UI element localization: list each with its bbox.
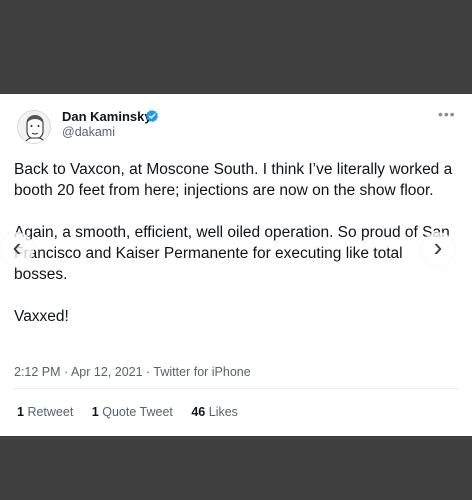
tweet-paragraph: Again, a smooth, efficient, well oiled o… <box>14 224 450 283</box>
tweet-text: Back to Vaxcon, at Moscone South. I thin… <box>14 159 459 327</box>
tweet-card: Dan Kaminsky @dakami ••• Back to Vaxcon,… <box>0 94 472 436</box>
quotes-count: 1 <box>91 405 99 419</box>
divider <box>14 388 458 389</box>
likes-label: Likes <box>208 405 238 419</box>
engagement-stats: 1 Retweet 1 Quote Tweet 46 Likes <box>17 405 253 419</box>
quote-tweets-stat[interactable]: 1 Quote Tweet <box>92 405 173 419</box>
chevron-left-icon[interactable]: ‹ <box>0 232 34 266</box>
author-handle[interactable]: @dakami <box>62 125 115 139</box>
avatar[interactable] <box>17 110 51 144</box>
likes-count: 46 <box>191 405 206 419</box>
author-name[interactable]: Dan Kaminsky <box>62 109 152 124</box>
tweet-paragraph: Vaxxed! <box>14 308 69 325</box>
quotes-label: Quote Tweet <box>102 405 173 419</box>
retweets-stat[interactable]: 1 Retweet <box>17 405 73 419</box>
tweet-paragraph: Back to Vaxcon, at Moscone South. I thin… <box>14 161 453 199</box>
tweet-timestamp[interactable]: 2:12 PM · Apr 12, 2021 · Twitter for iPh… <box>14 365 251 379</box>
likes-stat[interactable]: 46 Likes <box>191 405 238 419</box>
retweets-count: 1 <box>17 405 24 419</box>
more-options-icon[interactable]: ••• <box>438 107 456 121</box>
retweets-label: Retweet <box>27 405 74 419</box>
verified-badge-icon <box>145 109 159 123</box>
chevron-right-icon[interactable]: › <box>421 232 455 266</box>
